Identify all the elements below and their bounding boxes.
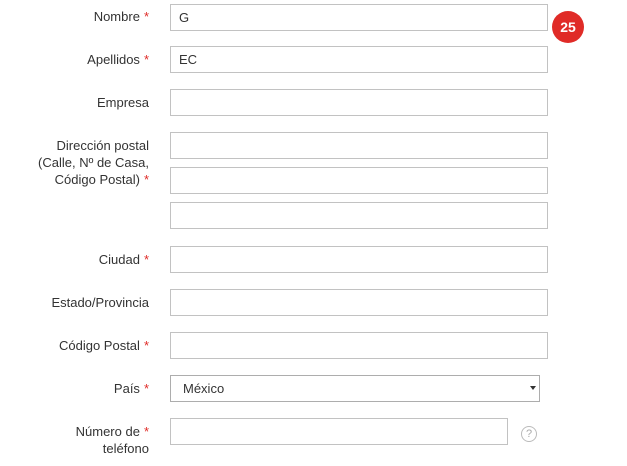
apellidos-input[interactable]	[170, 46, 548, 73]
required-marker: *	[143, 9, 149, 24]
ciudad-input[interactable]	[170, 246, 548, 273]
required-marker: *	[143, 252, 149, 267]
step-badge: 25	[552, 11, 584, 43]
pais-selected-value: México	[183, 381, 225, 396]
nombre-input[interactable]	[170, 4, 548, 31]
direccion-input-1[interactable]	[170, 132, 548, 159]
required-marker: *	[143, 424, 149, 439]
codigo-postal-input[interactable]	[170, 332, 548, 359]
required-marker: *	[143, 338, 149, 353]
direccion-input-3[interactable]	[170, 202, 548, 229]
estado-label: Estado/Provincia	[51, 295, 149, 310]
empresa-input[interactable]	[170, 89, 548, 116]
chevron-down-icon	[530, 386, 536, 390]
apellidos-label: Apellidos *	[87, 52, 149, 67]
required-marker: *	[143, 52, 149, 67]
ciudad-label: Ciudad *	[98, 252, 149, 267]
direccion-input-2[interactable]	[170, 167, 548, 194]
telefono-label: Número de * teléfono	[75, 424, 149, 456]
help-icon[interactable]: ?	[521, 426, 537, 442]
empresa-label: Empresa	[96, 95, 149, 110]
pais-label: País *	[113, 381, 149, 396]
required-marker: *	[143, 381, 149, 396]
estado-input[interactable]	[170, 289, 548, 316]
direccion-label: Dirección postal (Calle, Nº de Casa, Cód…	[38, 138, 149, 187]
required-marker: *	[143, 172, 149, 187]
telefono-input[interactable]	[170, 418, 508, 445]
pais-select[interactable]: México	[170, 375, 540, 402]
codigo-postal-label: Código Postal *	[58, 338, 149, 353]
nombre-label: Nombre *	[93, 9, 149, 24]
